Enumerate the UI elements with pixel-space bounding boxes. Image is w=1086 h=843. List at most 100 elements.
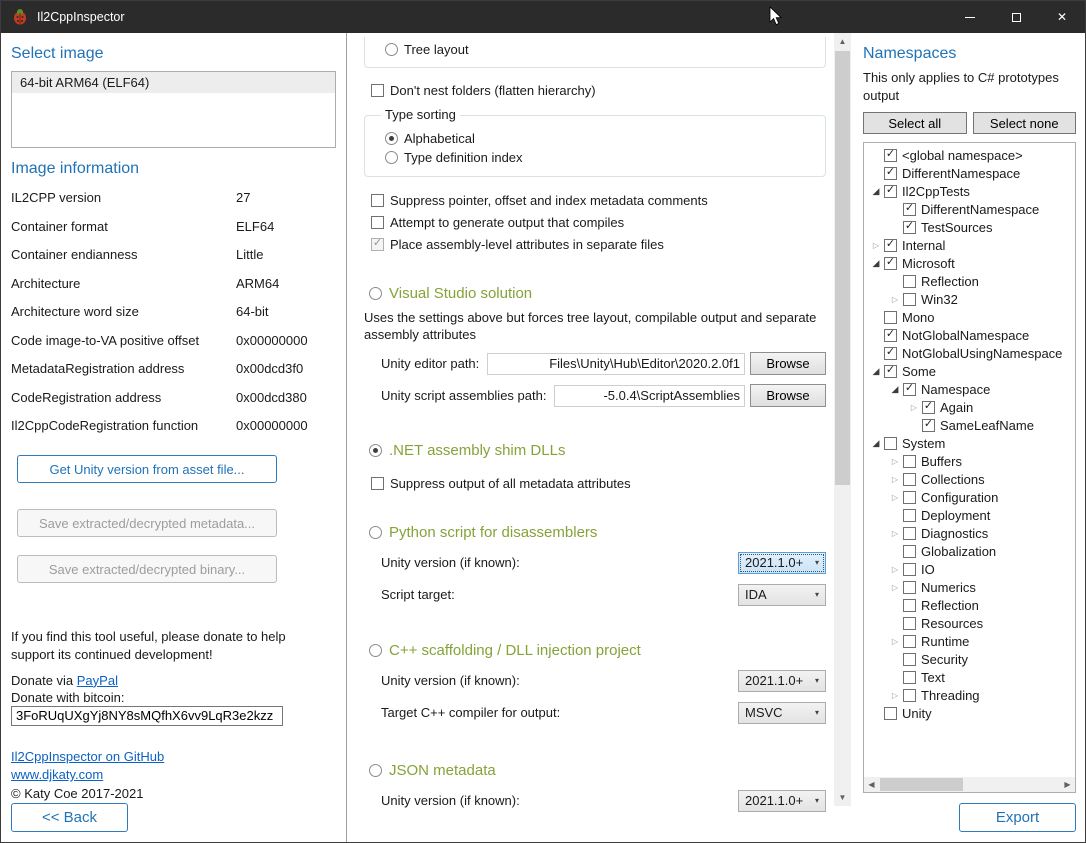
- separate-attributes-option[interactable]: Place assembly-level attributes in separ…: [371, 235, 826, 253]
- tree-item[interactable]: Reflection: [864, 272, 1075, 290]
- checkbox-checked-icon[interactable]: [884, 329, 897, 342]
- checkbox-icon[interactable]: [903, 617, 916, 630]
- python-unity-version-select[interactable]: 2021.1.0+ ▾: [738, 552, 826, 574]
- checkbox-icon[interactable]: [903, 563, 916, 576]
- radio-selected-icon[interactable]: [385, 132, 398, 145]
- tree-item[interactable]: DifferentNamespace: [864, 200, 1075, 218]
- cpp-scaffolding-option[interactable]: C++ scaffolding / DLL injection project: [369, 640, 826, 660]
- compilable-output-option[interactable]: Attempt to generate output that compiles: [371, 213, 826, 231]
- checkbox-icon[interactable]: [371, 477, 384, 490]
- browse-assemblies-path-button[interactable]: Browse: [750, 384, 826, 407]
- radio-selected-icon[interactable]: [369, 444, 382, 457]
- expander-expanded-icon[interactable]: ◢: [868, 258, 884, 269]
- checkbox-icon[interactable]: [903, 545, 916, 558]
- cpp-compiler-select[interactable]: MSVC ▾: [738, 702, 826, 724]
- radio-icon[interactable]: [385, 151, 398, 164]
- tree-item[interactable]: ▷Buffers: [864, 452, 1075, 470]
- checkbox-icon[interactable]: [903, 581, 916, 594]
- python-script-option[interactable]: Python script for disassemblers: [369, 522, 826, 542]
- tree-item[interactable]: ▷Diagnostics: [864, 524, 1075, 542]
- expander-collapsed-icon[interactable]: ▷: [868, 241, 884, 250]
- checkbox-checked-icon[interactable]: [922, 401, 935, 414]
- checkbox-icon[interactable]: [371, 216, 384, 229]
- tree-item[interactable]: Unity: [864, 704, 1075, 722]
- expander-expanded-icon[interactable]: ◢: [868, 186, 884, 197]
- suppress-comments-option[interactable]: Suppress pointer, offset and index metad…: [371, 191, 826, 209]
- save-binary-button[interactable]: Save extracted/decrypted binary...: [17, 555, 277, 583]
- bitcoin-address-input[interactable]: [11, 706, 283, 726]
- tree-item[interactable]: Deployment: [864, 506, 1075, 524]
- tree-item[interactable]: Text: [864, 668, 1075, 686]
- tree-item[interactable]: Resources: [864, 614, 1075, 632]
- tree-item[interactable]: ▷Again: [864, 398, 1075, 416]
- expander-collapsed-icon[interactable]: ▷: [887, 637, 903, 646]
- tree-item[interactable]: ◢Microsoft: [864, 254, 1075, 272]
- dotnet-shim-dlls-option[interactable]: .NET assembly shim DLLs: [369, 440, 826, 460]
- flatten-hierarchy-option[interactable]: Don't nest folders (flatten hierarchy): [371, 81, 826, 99]
- paypal-link[interactable]: PayPal: [77, 673, 118, 688]
- script-target-select[interactable]: IDA ▾: [738, 584, 826, 606]
- expander-collapsed-icon[interactable]: ▷: [887, 529, 903, 538]
- close-button[interactable]: ✕: [1039, 1, 1085, 33]
- unity-editor-path-input[interactable]: Files\Unity\Hub\Editor\2020.2.0f1: [487, 353, 745, 375]
- tree-item[interactable]: TestSources: [864, 218, 1075, 236]
- checkbox-checked-icon[interactable]: [884, 167, 897, 180]
- tree-item[interactable]: ▷Numerics: [864, 578, 1075, 596]
- scroll-down-icon[interactable]: ▼: [834, 789, 851, 806]
- checkbox-icon[interactable]: [371, 84, 384, 97]
- tree-item[interactable]: DifferentNamespace: [864, 164, 1075, 182]
- expander-collapsed-icon[interactable]: ▷: [887, 493, 903, 502]
- checkbox-icon[interactable]: [903, 293, 916, 306]
- checkbox-icon[interactable]: [903, 689, 916, 702]
- tree-item[interactable]: NotGlobalUsingNamespace: [864, 344, 1075, 362]
- expander-collapsed-icon[interactable]: ▷: [887, 295, 903, 304]
- json-metadata-option[interactable]: JSON metadata: [369, 760, 826, 780]
- back-button[interactable]: << Back: [11, 803, 128, 832]
- checkbox-icon[interactable]: [903, 491, 916, 504]
- get-unity-version-button[interactable]: Get Unity version from asset file...: [17, 455, 277, 484]
- scroll-right-icon[interactable]: ▶: [1060, 777, 1075, 792]
- save-metadata-button[interactable]: Save extracted/decrypted metadata...: [17, 509, 277, 537]
- checkbox-checked-icon[interactable]: [903, 383, 916, 396]
- tree-item[interactable]: ◢Some: [864, 362, 1075, 380]
- image-list-item[interactable]: 64-bit ARM64 (ELF64): [12, 72, 335, 93]
- checkbox-checked-icon[interactable]: [922, 419, 935, 432]
- scrollbar-track[interactable]: [879, 777, 1060, 792]
- tree-item[interactable]: ◢System: [864, 434, 1075, 452]
- image-listbox[interactable]: 64-bit ARM64 (ELF64): [11, 71, 336, 148]
- checkbox-icon[interactable]: [884, 437, 897, 450]
- type-definition-index-option[interactable]: Type definition index: [385, 149, 825, 166]
- select-none-button[interactable]: Select none: [973, 112, 1077, 134]
- checkbox-checked-icon[interactable]: [884, 149, 897, 162]
- checkbox-checked-icon[interactable]: [884, 257, 897, 270]
- radio-icon[interactable]: [385, 43, 398, 56]
- export-button[interactable]: Export: [959, 803, 1076, 832]
- checkbox-icon[interactable]: [903, 473, 916, 486]
- scrollbar-thumb[interactable]: [835, 51, 850, 485]
- expander-collapsed-icon[interactable]: ▷: [887, 565, 903, 574]
- tree-item[interactable]: ▷Collections: [864, 470, 1075, 488]
- browse-editor-path-button[interactable]: Browse: [750, 352, 826, 375]
- tree-item[interactable]: NotGlobalNamespace: [864, 326, 1075, 344]
- tree-item[interactable]: ▷Threading: [864, 686, 1075, 704]
- scroll-up-icon[interactable]: ▲: [834, 33, 851, 50]
- checkbox-checked-icon[interactable]: [884, 239, 897, 252]
- tree-item[interactable]: ▷Runtime: [864, 632, 1075, 650]
- expander-collapsed-icon[interactable]: ▷: [887, 583, 903, 592]
- website-link[interactable]: www.djkaty.com: [11, 767, 103, 782]
- vertical-scrollbar[interactable]: ▲ ▼: [834, 33, 851, 806]
- scrollbar-thumb[interactable]: [880, 778, 963, 791]
- tree-item[interactable]: Mono: [864, 308, 1075, 326]
- checkbox-icon[interactable]: [903, 275, 916, 288]
- tree-item[interactable]: ▷Configuration: [864, 488, 1075, 506]
- checkbox-checked-icon[interactable]: [884, 347, 897, 360]
- tree-item[interactable]: Security: [864, 650, 1075, 668]
- expander-collapsed-icon[interactable]: ▷: [906, 403, 922, 412]
- radio-icon[interactable]: [369, 287, 382, 300]
- select-all-button[interactable]: Select all: [863, 112, 967, 134]
- expander-collapsed-icon[interactable]: ▷: [887, 457, 903, 466]
- minimize-button[interactable]: [947, 1, 993, 33]
- checkbox-checked-icon[interactable]: [884, 185, 897, 198]
- checkbox-icon[interactable]: [903, 527, 916, 540]
- checkbox-icon[interactable]: [903, 599, 916, 612]
